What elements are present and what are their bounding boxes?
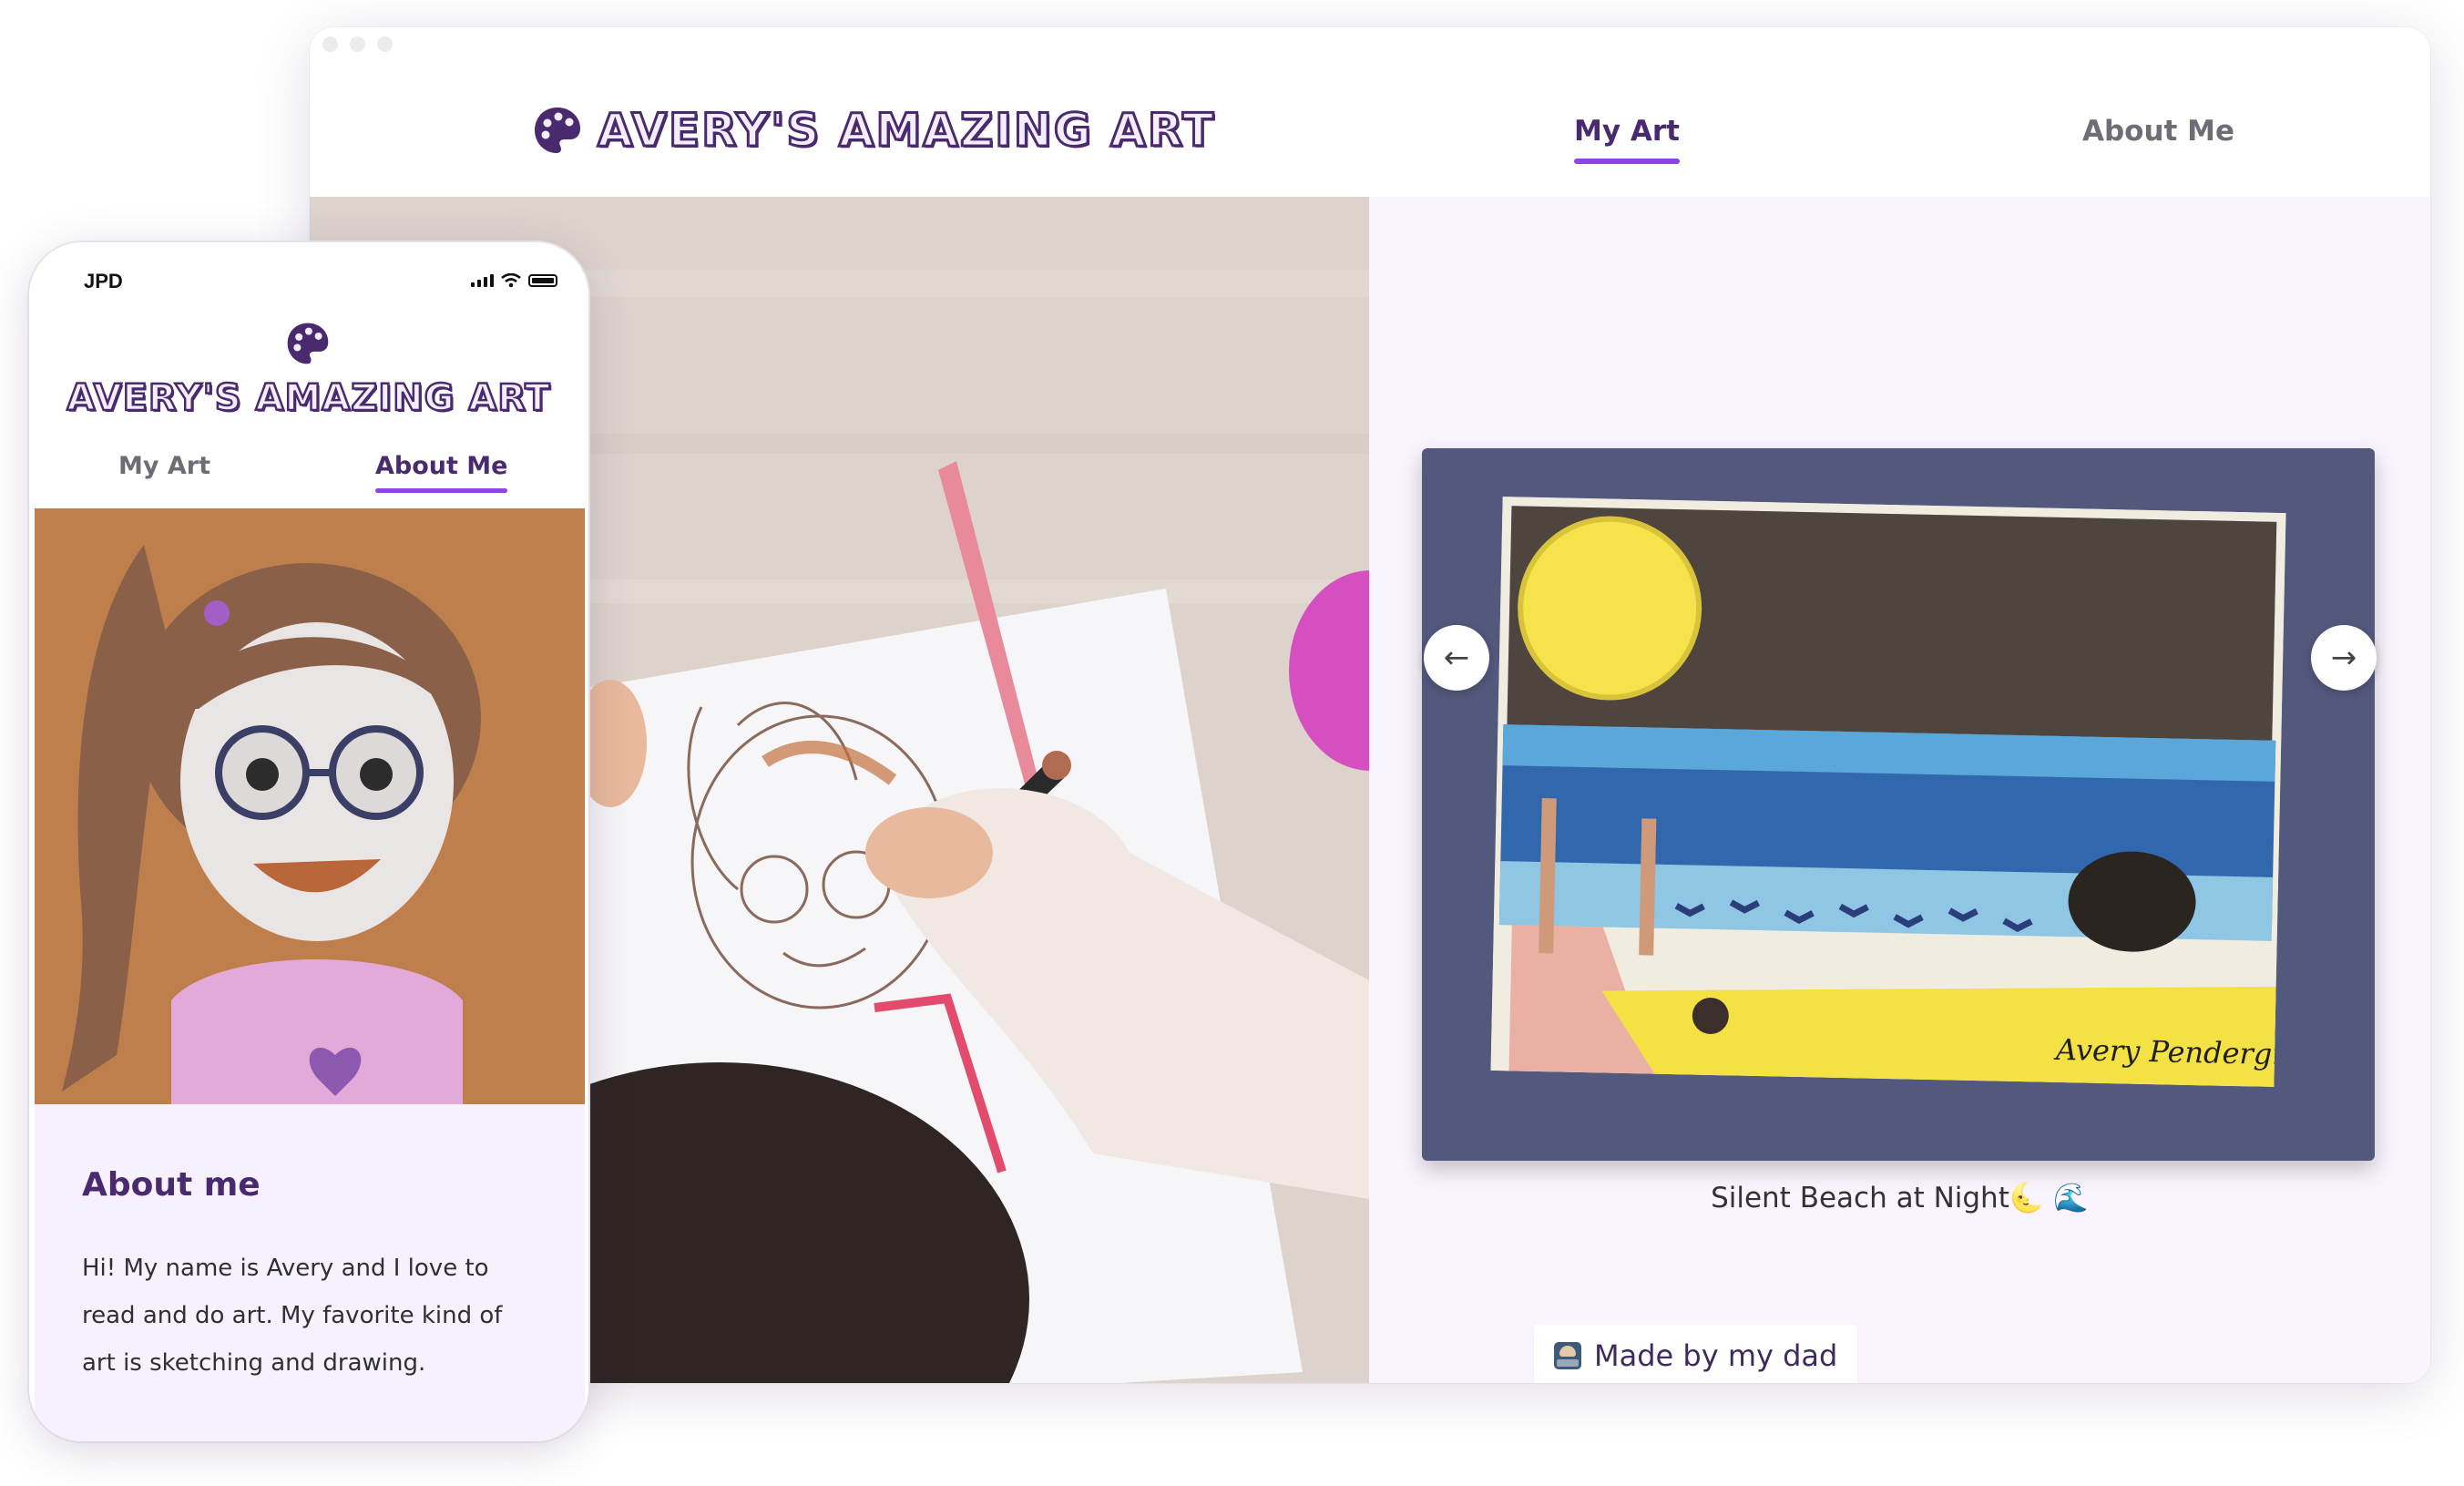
artwork-image-silent-beach: Avery Pendergraft	[1490, 497, 2286, 1087]
slider-prev-button[interactable]: ←	[1424, 625, 1489, 691]
nav-my-art[interactable]: My Art	[1574, 115, 1680, 164]
palette-icon	[287, 323, 329, 364]
mobile-brand-title[interactable]: AVERY'S AMAZING ART	[29, 376, 588, 421]
mobile-nav-about-me[interactable]: About Me	[375, 452, 508, 493]
about-me-heading: About me	[82, 1166, 261, 1204]
artwork-signature: Avery Pendergraft	[2053, 1032, 2286, 1072]
arrow-right-icon: →	[2330, 640, 2357, 676]
artwork-caption: Silent Beach at Night🌜 🌊	[1711, 1182, 2089, 1214]
slider-next-button[interactable]: →	[2311, 625, 2377, 691]
nav-about-me[interactable]: About Me	[2082, 115, 2234, 148]
status-icons	[471, 273, 557, 288]
battery-icon	[528, 274, 557, 287]
mobile-phone-mockup: JPD AVERY'S AMAZING ART My Art About Me	[29, 242, 588, 1441]
artwork-frame: Avery Pendergraft	[1422, 448, 2375, 1161]
window-minimize-dot[interactable]	[350, 36, 365, 52]
signal-icon	[471, 274, 494, 287]
site-header: AVERY'S AMAZING ART My Art About Me	[310, 64, 2430, 197]
desktop-browser-window: AVERY'S AMAZING ART My Art About Me Aver…	[310, 27, 2430, 1383]
arrow-left-icon: ←	[1443, 640, 1470, 676]
palette-icon	[535, 108, 580, 153]
mobile-nav-my-art[interactable]: My Art	[118, 452, 210, 480]
window-controls	[322, 36, 393, 52]
made-by-badge[interactable]: Made by my dad	[1534, 1325, 1858, 1383]
mobile-site-header: AVERY'S AMAZING ART My Art About Me	[29, 315, 588, 507]
wifi-icon	[501, 273, 521, 288]
made-by-label: Made by my dad	[1594, 1338, 1838, 1373]
carrier-label: JPD	[84, 270, 123, 292]
brand-title: AVERY'S AMAZING ART	[596, 103, 1216, 159]
self-portrait-illustration	[35, 508, 585, 1104]
about-me-section: About me Hi! My name is Avery and I love…	[35, 1104, 585, 1441]
about-me-body: Hi! My name is Avery and I love to read …	[82, 1255, 503, 1377]
window-maximize-dot[interactable]	[377, 36, 393, 52]
phone-status-bar: JPD	[29, 242, 588, 315]
self-portrait-drawing	[35, 508, 585, 1104]
brand-logo-link[interactable]: AVERY'S AMAZING ART	[532, 103, 1216, 159]
developer-emoji-icon	[1554, 1342, 1581, 1369]
window-close-dot[interactable]	[322, 36, 338, 52]
